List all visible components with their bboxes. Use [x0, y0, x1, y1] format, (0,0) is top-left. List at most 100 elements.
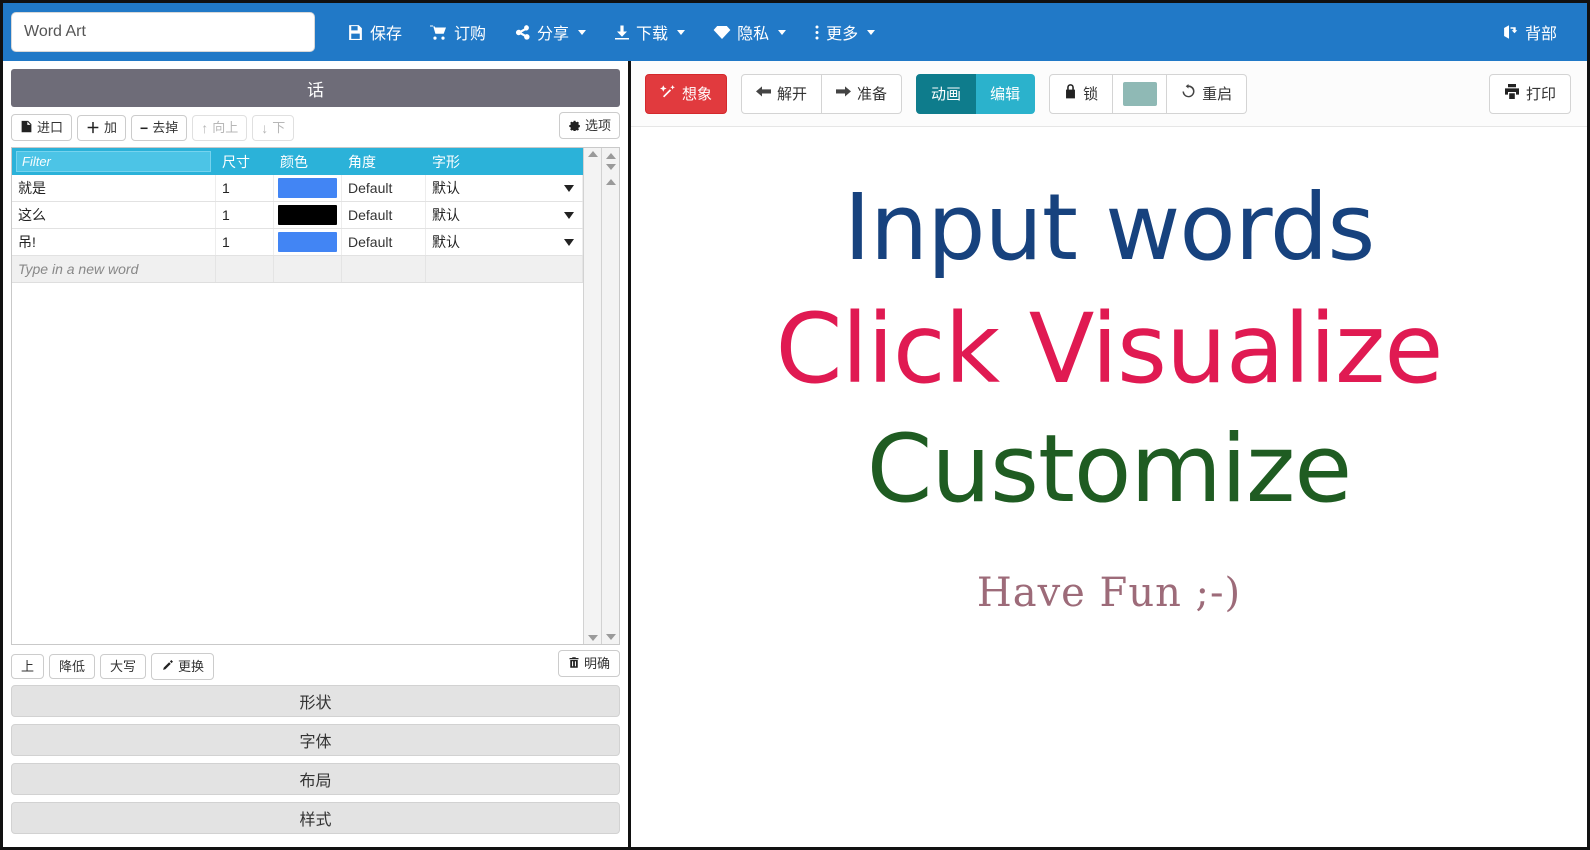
- row-color-swatch[interactable]: [274, 229, 342, 255]
- add-word-button[interactable]: ＋ 加: [77, 114, 127, 141]
- table-outer-scrollbar[interactable]: [601, 148, 619, 644]
- top-toolbar: 保存 订购 分享 下载: [3, 3, 1587, 61]
- new-row-angle[interactable]: [342, 256, 426, 282]
- replace-button[interactable]: 更换: [151, 652, 215, 680]
- menu-item-more[interactable]: 更多: [800, 14, 889, 50]
- column-header-size[interactable]: 尺寸: [216, 148, 274, 175]
- row-font-label: 默认: [432, 207, 460, 223]
- download-icon: [614, 24, 630, 41]
- chevron-down-icon[interactable]: [564, 211, 574, 219]
- scroll-up-icon[interactable]: [605, 179, 616, 185]
- filter-input[interactable]: [16, 151, 211, 172]
- chevron-down-icon: [677, 29, 686, 35]
- menu-item-more-label: 更多: [826, 26, 859, 43]
- new-row-size[interactable]: [216, 256, 274, 282]
- back-button[interactable]: 背部: [1488, 14, 1571, 50]
- add-word-button-label: 加: [104, 120, 118, 135]
- word-art-canvas[interactable]: Input words Click Visualize Customize Ha…: [631, 127, 1587, 847]
- menu-item-download[interactable]: 下载: [600, 14, 699, 50]
- scroll-down-icon[interactable]: [605, 634, 616, 640]
- color-swatch: [278, 178, 337, 198]
- row-font[interactable]: 默认: [426, 229, 583, 255]
- tab-edit[interactable]: 编辑: [976, 73, 1036, 114]
- new-row-font[interactable]: [426, 256, 583, 282]
- row-angle[interactable]: Default: [342, 175, 426, 201]
- row-angle[interactable]: Default: [342, 202, 426, 228]
- replace-label: 更换: [178, 658, 205, 674]
- visualize-button[interactable]: 想象: [645, 73, 728, 114]
- scrollbar-header-arrows[interactable]: [602, 148, 619, 175]
- table-row[interactable]: 这么 1 Default 默认: [12, 202, 583, 229]
- lowercase-button[interactable]: 降低: [49, 653, 96, 679]
- scroll-up-icon[interactable]: [587, 151, 598, 157]
- dots-vertical-icon: [814, 24, 820, 41]
- cart-icon: [430, 24, 448, 41]
- clear-button[interactable]: 明确: [557, 650, 620, 677]
- move-up-button[interactable]: ↑ 向上: [192, 114, 248, 141]
- table-inner-scrollbar[interactable]: [583, 148, 601, 644]
- row-color-swatch[interactable]: [274, 175, 342, 201]
- chevron-down-icon[interactable]: [564, 238, 574, 246]
- move-up-button-label: 向上: [212, 120, 239, 135]
- new-word-input[interactable]: Type in a new word: [12, 256, 216, 282]
- color-swatch: [278, 205, 337, 225]
- menu-item-save[interactable]: 保存: [333, 14, 416, 50]
- row-font[interactable]: 默认: [426, 202, 583, 228]
- column-header-color[interactable]: 颜色: [274, 148, 342, 175]
- scroll-up-icon[interactable]: [605, 153, 616, 159]
- row-size[interactable]: 1: [216, 229, 274, 255]
- chevron-down-icon[interactable]: [564, 184, 574, 192]
- move-down-button[interactable]: ↓ 下: [252, 114, 295, 141]
- canvas-toolbar: 想象 解开 准备 动画 编辑 锁 重启 打印: [631, 61, 1587, 127]
- accordion-style[interactable]: 样式: [11, 802, 620, 834]
- arrow-left-icon: [756, 85, 772, 102]
- menu-item-save-label: 保存: [370, 26, 403, 43]
- gear-icon: [568, 118, 581, 133]
- accordion-font[interactable]: 字体: [11, 724, 620, 756]
- row-size[interactable]: 1: [216, 202, 274, 228]
- column-header-font[interactable]: 字形: [426, 148, 583, 175]
- document-title-input[interactable]: [11, 12, 315, 52]
- redo-button[interactable]: 准备: [822, 73, 903, 114]
- new-word-row[interactable]: Type in a new word: [12, 256, 583, 283]
- lock-button[interactable]: 锁: [1049, 73, 1114, 114]
- remove-word-button[interactable]: − 去掉: [131, 114, 188, 141]
- uppercase-first-button[interactable]: 上: [11, 653, 45, 679]
- accordion-shape[interactable]: 形状: [11, 685, 620, 717]
- scrollbar-track[interactable]: [602, 175, 619, 644]
- share-icon: [514, 24, 531, 41]
- canvas-word-line[interactable]: Have Fun ;-): [977, 571, 1241, 614]
- menu-item-order[interactable]: 订购: [416, 14, 500, 50]
- trash-icon: [568, 656, 580, 671]
- canvas-word-line[interactable]: Click Visualize: [776, 298, 1444, 401]
- row-word[interactable]: 吊!: [12, 229, 216, 255]
- row-font[interactable]: 默认: [426, 175, 583, 201]
- accordion-layout[interactable]: 布局: [11, 763, 620, 795]
- menu-item-share[interactable]: 分享: [500, 14, 600, 50]
- row-size[interactable]: 1: [216, 175, 274, 201]
- row-angle[interactable]: Default: [342, 229, 426, 255]
- options-button[interactable]: 选项: [558, 112, 620, 139]
- scroll-down-icon[interactable]: [587, 635, 598, 641]
- undo-button[interactable]: 解开: [741, 73, 823, 114]
- uppercase-button[interactable]: 大写: [100, 653, 147, 679]
- row-word[interactable]: 这么: [12, 202, 216, 228]
- scroll-down-icon[interactable]: [605, 164, 616, 170]
- magic-wand-icon: [660, 84, 676, 104]
- color-picker-button[interactable]: [1113, 73, 1168, 114]
- column-header-angle[interactable]: 角度: [342, 148, 426, 175]
- table-row[interactable]: 吊! 1 Default 默认: [12, 229, 583, 256]
- words-panel-title: 话: [11, 69, 620, 107]
- print-button[interactable]: 打印: [1488, 73, 1571, 114]
- back-button-label: 背部: [1524, 26, 1557, 43]
- import-button[interactable]: 进口: [11, 114, 73, 141]
- new-row-color[interactable]: [274, 256, 342, 282]
- restart-button[interactable]: 重启: [1167, 73, 1248, 114]
- menu-item-privacy[interactable]: 隐私: [699, 14, 800, 50]
- table-row[interactable]: 就是 1 Default 默认: [12, 175, 583, 202]
- row-color-swatch[interactable]: [274, 202, 342, 228]
- canvas-word-line[interactable]: Customize: [867, 420, 1352, 520]
- row-word[interactable]: 就是: [12, 175, 216, 201]
- tab-animate[interactable]: 动画: [916, 73, 977, 114]
- canvas-word-line[interactable]: Input words: [844, 179, 1376, 277]
